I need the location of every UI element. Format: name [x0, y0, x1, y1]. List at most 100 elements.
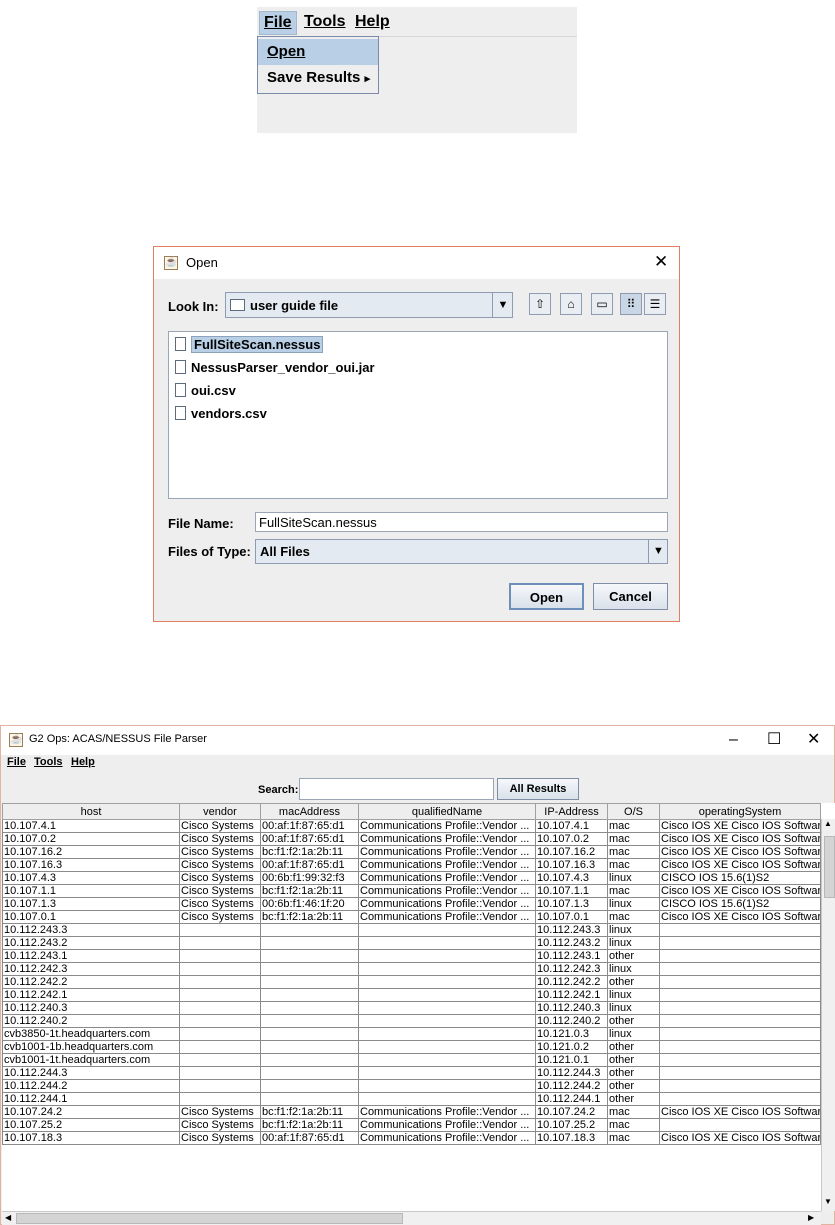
chevron-down-icon[interactable]: ▼: [648, 540, 668, 563]
home-icon[interactable]: ⌂: [560, 293, 582, 315]
maximize-icon[interactable]: ☐: [767, 730, 781, 750]
menu-item-open[interactable]: Open: [258, 39, 378, 65]
chevron-down-icon[interactable]: ▼: [492, 293, 513, 317]
all-results-button[interactable]: All Results: [497, 778, 579, 800]
column-header-os[interactable]: O/S: [607, 803, 660, 820]
menubar: File Tools Help: [257, 7, 577, 37]
cell-operating-system: [659, 1092, 821, 1106]
table-row[interactable]: 10.112.243.3 10.112.243.3 linux: [2, 923, 821, 937]
cell-os: linux: [607, 923, 660, 937]
table-row[interactable]: 10.112.244.2 10.112.244.2 other: [2, 1079, 821, 1093]
table-row[interactable]: 10.112.242.2 10.112.242.2 other: [2, 975, 821, 989]
table-row[interactable]: 10.107.16.3 Cisco Systems 00:af:1f:87:65:d…: [2, 858, 821, 872]
scroll-thumb[interactable]: [16, 1213, 403, 1224]
cell-operating-system: [659, 1053, 821, 1067]
table-row[interactable]: 10.107.4.1 Cisco Systems 00:af:1f:87:65:d1…: [2, 819, 821, 833]
cell-host: 10.107.25.2: [2, 1118, 180, 1132]
menu-item-save-results[interactable]: Save Results ▸: [258, 65, 378, 91]
scroll-left-icon[interactable]: ◀: [5, 1213, 11, 1222]
table-row[interactable]: 10.112.242.3 10.112.242.3 linux: [2, 962, 821, 976]
cell-host: 10.112.243.1: [2, 949, 180, 963]
table-row[interactable]: 10.107.24.2 Cisco Systems bc:f1:f2:1a:2b:1…: [2, 1105, 821, 1119]
cell-vendor: [179, 1053, 261, 1067]
new-folder-icon[interactable]: ▭: [591, 293, 613, 315]
cell-os: linux: [607, 1027, 660, 1041]
table-row[interactable]: 10.107.4.3 Cisco Systems 00:6b:f1:99:32:f3…: [2, 871, 821, 885]
file-list[interactable]: FullSiteScan.nessus NessusParser_vendor_…: [168, 331, 668, 499]
table-row[interactable]: cvb1001-1t.headquarters.com 10.121.0.1 oth…: [2, 1053, 821, 1067]
close-icon[interactable]: ✕: [654, 252, 668, 272]
cell-operating-system: [659, 1027, 821, 1041]
search-input[interactable]: [299, 778, 494, 800]
menu-help[interactable]: Help: [351, 11, 394, 33]
cell-host: 10.107.1.1: [2, 884, 180, 898]
table-row[interactable]: cvb1001-1b.headquarters.com 10.121.0.2 oth…: [2, 1040, 821, 1054]
column-header-operating-system[interactable]: operatingSystem: [659, 803, 821, 820]
table-row[interactable]: 10.107.1.3 Cisco Systems 00:6b:f1:46:1f:20…: [2, 897, 821, 911]
cell-mac-address: [260, 923, 359, 937]
files-of-type-combo[interactable]: All Files ▼: [255, 539, 668, 564]
column-header-vendor[interactable]: vendor: [179, 803, 261, 820]
cell-ip-address: 10.107.25.2: [535, 1118, 608, 1132]
horizontal-scrollbar[interactable]: ◀ ▶: [2, 1211, 821, 1225]
file-item[interactable]: FullSiteScan.nessus: [175, 334, 324, 356]
cell-qualified-name: [358, 1066, 536, 1080]
table-row[interactable]: cvb3850-1t.headquarters.com 10.121.0.3 lin…: [2, 1027, 821, 1041]
cell-mac-address: bc:f1:f2:1a:2b:11: [260, 1105, 359, 1119]
up-folder-icon[interactable]: ⇧: [529, 293, 551, 315]
table-row[interactable]: 10.107.0.1 Cisco Systems bc:f1:f2:1a:2b:11…: [2, 910, 821, 924]
cell-qualified-name: [358, 1014, 536, 1028]
cell-qualified-name: [358, 962, 536, 976]
file-item[interactable]: vendors.csv: [175, 403, 267, 425]
close-icon[interactable]: ✕: [807, 730, 820, 750]
cell-vendor: Cisco Systems: [179, 1118, 261, 1132]
cell-ip-address: 10.112.244.2: [535, 1079, 608, 1093]
cell-os: mac: [607, 884, 660, 898]
cell-qualified-name: Communications Profile::Vendor ...: [358, 1105, 536, 1119]
open-button[interactable]: Open: [509, 583, 584, 610]
vertical-scrollbar[interactable]: ▲ ▼: [821, 819, 835, 1211]
list-view-icon[interactable]: ⠿: [620, 293, 642, 315]
window-title-bar: ☕ G2 Ops: ACAS/NESSUS File Parser – ☐ ✕: [1, 726, 834, 755]
app-menu-file[interactable]: File: [7, 756, 26, 768]
table-row[interactable]: 10.112.240.2 10.112.240.2 other: [2, 1014, 821, 1028]
table-row[interactable]: 10.107.0.2 Cisco Systems 00:af:1f:87:65:d1…: [2, 832, 821, 846]
cell-vendor: [179, 962, 261, 976]
menu-tools[interactable]: Tools: [300, 11, 349, 33]
menu-file[interactable]: File: [259, 11, 297, 35]
cell-qualified-name: [358, 936, 536, 950]
cell-vendor: [179, 936, 261, 950]
dialog-title-bar: ☕ Open ✕: [154, 247, 679, 279]
file-item[interactable]: NessusParser_vendor_oui.jar: [175, 357, 375, 379]
file-icon: [175, 360, 186, 374]
column-header-mac-address[interactable]: macAddress: [260, 803, 359, 820]
table-row[interactable]: 10.107.25.2 Cisco Systems bc:f1:f2:1a:2b:1…: [2, 1118, 821, 1132]
table-row[interactable]: 10.112.243.2 10.112.243.2 linux: [2, 936, 821, 950]
table-row[interactable]: 10.107.1.1 Cisco Systems bc:f1:f2:1a:2b:11…: [2, 884, 821, 898]
file-item[interactable]: oui.csv: [175, 380, 236, 402]
column-header-host[interactable]: host: [2, 803, 180, 820]
table-row[interactable]: 10.112.244.1 10.112.244.1 other: [2, 1092, 821, 1106]
column-header-qualified-name[interactable]: qualifiedName: [358, 803, 536, 820]
scroll-thumb[interactable]: [824, 836, 835, 898]
table-row[interactable]: 10.112.240.3 10.112.240.3 linux: [2, 1001, 821, 1015]
scroll-up-icon[interactable]: ▲: [824, 819, 832, 828]
cell-qualified-name: Communications Profile::Vendor ...: [358, 1118, 536, 1132]
table-row[interactable]: 10.107.18.3 Cisco Systems 00:af:1f:87:65:d…: [2, 1131, 821, 1145]
details-view-icon[interactable]: ☰: [644, 293, 666, 315]
look-in-combo[interactable]: user guide file ▼: [225, 292, 513, 318]
table-row[interactable]: 10.112.243.1 10.112.243.1 other: [2, 949, 821, 963]
column-header-ip-address[interactable]: IP-Address: [535, 803, 608, 820]
table-row[interactable]: 10.112.244.3 10.112.244.3 other: [2, 1066, 821, 1080]
app-menu-help[interactable]: Help: [71, 756, 95, 768]
scroll-right-icon[interactable]: ▶: [808, 1213, 814, 1222]
minimize-icon[interactable]: –: [729, 730, 738, 750]
cell-host: 10.112.242.2: [2, 975, 180, 989]
scroll-down-icon[interactable]: ▼: [824, 1197, 832, 1206]
table-row[interactable]: 10.112.242.1 10.112.242.1 linux: [2, 988, 821, 1002]
cell-operating-system: [659, 949, 821, 963]
file-name-input[interactable]: [255, 512, 668, 532]
cancel-button[interactable]: Cancel: [593, 583, 668, 610]
app-menu-tools[interactable]: Tools: [34, 756, 63, 768]
table-row[interactable]: 10.107.16.2 Cisco Systems bc:f1:f2:1a:2b:1…: [2, 845, 821, 859]
